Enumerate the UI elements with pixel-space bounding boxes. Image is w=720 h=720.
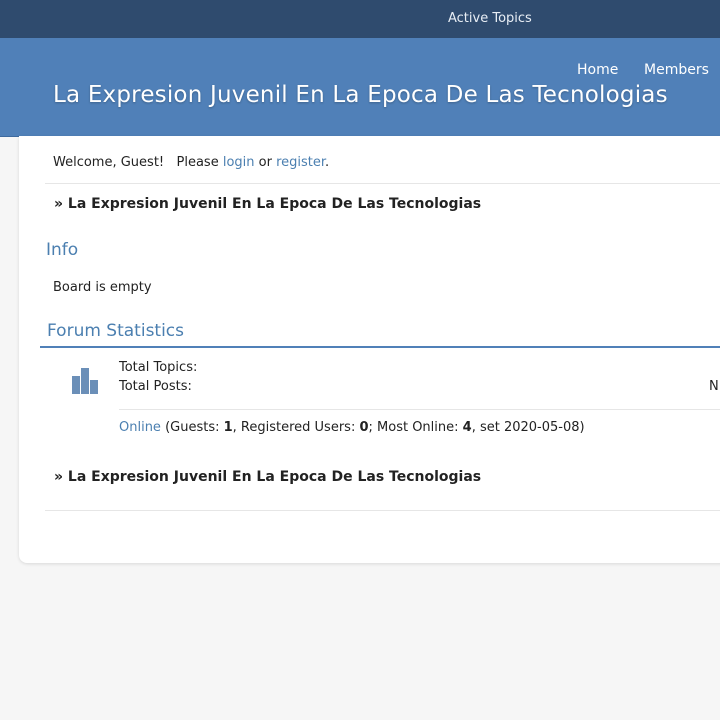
welcome-message: Welcome, Guest! Please login or register… — [53, 155, 329, 170]
login-link[interactable]: login — [223, 155, 255, 170]
breadcrumb[interactable]: » La Expresion Juvenil En La Epoca De La… — [54, 196, 481, 212]
statistics-divider — [40, 346, 720, 348]
guests-count: 1 — [223, 420, 233, 435]
total-topics-label: Total Topics: — [119, 360, 198, 375]
divider — [119, 409, 720, 410]
online-text: , Registered Users: — [232, 420, 360, 435]
top-bar: Active Topics — [0, 0, 720, 38]
online-text: , set 2020-05-08) — [471, 420, 585, 435]
online-text: (Guests: — [160, 420, 224, 435]
registered-count: 0 — [359, 420, 369, 435]
bar-chart-icon — [72, 368, 98, 394]
divider — [45, 510, 720, 511]
info-heading: Info — [46, 240, 79, 260]
site-title[interactable]: La Expresion Juvenil En La Epoca De Las … — [53, 82, 668, 108]
newest-member-label: N — [709, 379, 719, 394]
welcome-or: or — [254, 155, 277, 170]
breadcrumb-bottom[interactable]: » La Expresion Juvenil En La Epoca De La… — [54, 469, 481, 485]
welcome-prefix: Welcome, Guest! Please — [53, 155, 223, 170]
nav-home-link[interactable]: Home — [577, 62, 618, 78]
bar-chart-icon-bar-left — [72, 376, 80, 394]
site-header: Home Members La Expresion Juvenil En La … — [0, 38, 720, 137]
active-topics-link[interactable]: Active Topics — [448, 11, 532, 26]
bar-chart-icon-bar-right — [90, 380, 98, 394]
divider — [45, 183, 720, 184]
nav-members-link[interactable]: Members — [644, 62, 709, 78]
main-panel: Welcome, Guest! Please login or register… — [19, 136, 720, 563]
bar-chart-icon-bar-middle — [81, 368, 89, 394]
welcome-suffix: . — [325, 155, 330, 170]
online-link[interactable]: Online — [119, 420, 161, 435]
register-link[interactable]: register — [276, 155, 325, 170]
online-users-line: Online (Guests: 1, Registered Users: 0; … — [119, 420, 585, 435]
forum-statistics-heading: Forum Statistics — [47, 321, 185, 341]
board-status: Board is empty — [53, 280, 152, 295]
most-online-count: 4 — [462, 420, 472, 435]
online-text: ; Most Online: — [368, 420, 463, 435]
total-posts-label: Total Posts: — [119, 379, 192, 394]
